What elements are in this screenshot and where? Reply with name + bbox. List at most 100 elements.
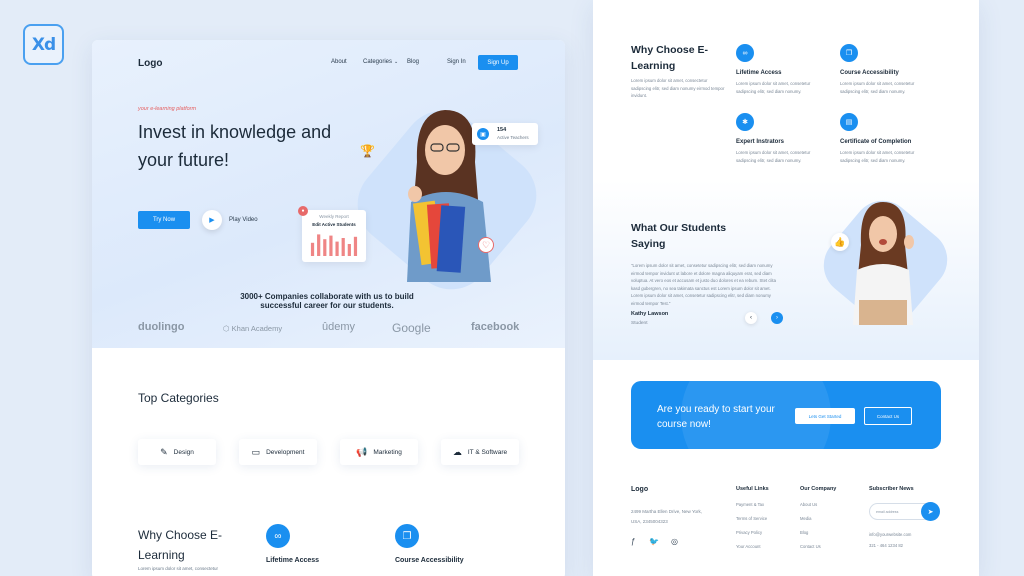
try-now-button[interactable]: Try Now [138,211,190,229]
lets-get-started-button[interactable]: Lets Get Started [795,408,855,424]
book-icon: ▣ [477,128,489,140]
certificate-icon: ▤ [840,113,858,131]
course-icon: ❐ [840,44,858,62]
category-label: Design [173,448,194,456]
prev-arrow-icon[interactable]: ‹ [745,312,757,324]
footer-address: 2499 Martha Ellen Drive, New York, USA, … [631,509,703,524]
course-icon: ❐ [395,524,419,548]
brand-duolingo: duolingo [138,321,185,333]
category-it-software[interactable]: ☁ IT & Software [441,439,519,465]
khan-logo-icon: ⬡ [223,324,232,333]
landing-page-preview-lower: Why Choose E-Learning Lorem ipsum dolor … [593,0,979,576]
report-bar [329,235,333,256]
footer-link[interactable]: Media [800,516,811,521]
our-company-title: Our Company [800,486,837,492]
feature-title: Lifetime Access [736,70,782,76]
next-arrow-icon[interactable]: › [771,312,783,324]
teachers-count: 154 [497,127,507,133]
nav-about[interactable]: About [331,59,347,65]
contact-email: info@yourwebsite.com [869,532,912,537]
subscriber-news-title: Subscriber News [869,486,914,492]
brand-khan-academy: ⬡ Khan Academy [223,324,282,333]
report-title: Weekly Report [319,214,349,219]
feature-title: Certificate of Completion [840,139,912,145]
brand-khan-label: Khan Academy [231,324,283,333]
brand-udemy: ûdemy [322,321,356,333]
nav-signin[interactable]: Sign In [447,59,466,65]
hero-tagline: your e-learning platform [138,106,197,112]
play-video-label[interactable]: Play Video [229,217,258,223]
nav-categories-label: Categories [363,59,393,65]
feature-title: Course Accessibility [840,70,899,76]
testimonial-role: Student [631,321,648,326]
adobe-xd-logo: Xd [23,24,64,65]
category-marketing[interactable]: 📢 Marketing [340,439,418,465]
brand-facebook: facebook [471,321,520,333]
trophy-icon: 🏆 [360,144,375,158]
category-design[interactable]: ✎ Design [138,439,216,465]
chevron-down-icon: ⌄ [394,59,399,65]
twitter-icon[interactable]: 🐦 [649,537,659,546]
category-development[interactable]: ▭ Development [239,439,317,465]
contact-phone: 321 - 464 1234 82 [869,543,903,548]
footer-link[interactable]: About Us [800,502,817,507]
why-choose-title: Why Choose E-Learning [138,528,223,562]
nav-categories[interactable]: Categories ⌄ [363,59,398,65]
nav-blog[interactable]: Blog [407,59,419,65]
footer-link[interactable]: Blog [800,530,808,535]
heart-icon: ♡ [478,237,494,253]
teachers-label: Active Teachers [497,135,529,140]
report-bar [347,244,351,256]
nav-logo[interactable]: Logo [138,58,162,69]
feature-text: Lorem ipsum dolor sit amet, consetetur s… [840,150,915,163]
report-bar [323,239,327,256]
feature-text: Lorem ipsum dolor sit amet, consetetur s… [840,81,915,94]
report-bar [310,242,315,256]
landing-page-preview: Logo About Categories ⌄ Blog Sign In Sign… [92,40,565,576]
feature-course-accessibility: Course Accessibility [395,557,464,564]
report-bar [335,241,339,256]
cloud-icon: ☁ [452,446,462,457]
footer-link[interactable]: Contact Us [800,544,821,549]
infinity-icon: ∞ [266,524,290,548]
report-bar [317,234,321,256]
top-categories-title: Top Categories [138,391,219,405]
testimonial-quote: "Lorem ipsum dolor sit amet, consetetur … [631,263,776,306]
feature-text: Lorem ipsum dolor sit amet, consetetur s… [736,150,811,163]
contact-us-button[interactable]: Contact Us [864,407,912,425]
report-bar [353,236,358,256]
cta-banner: Are you ready to start your course now! … [631,381,941,449]
cta-heading: Are you ready to start your course now! [657,404,775,430]
thumbs-up-icon: 👍 [831,233,849,251]
report-bar-chart [310,234,358,256]
category-label: IT & Software [467,448,508,456]
footer-logo[interactable]: Logo [631,486,648,493]
testimonials-title: What Our Students Saying [631,222,727,250]
code-icon: ▭ [251,446,261,457]
why-choose-text: Lorem ipsum dolor sit amet, consectetur [138,566,219,571]
instagram-icon[interactable]: ◎ [671,537,678,546]
footer-link[interactable]: Privacy Policy [736,530,762,535]
category-label: Development [266,448,305,456]
brand-google: Google [392,321,431,335]
expert-icon: ✱ [736,113,754,131]
infinity-icon: ∞ [736,44,754,62]
footer-link[interactable]: Payment & Tax [736,502,764,507]
hero-title: Invest in knowledge and your future! [138,122,332,170]
active-teachers-card: ▣ 154 Active Teachers [472,123,538,145]
megaphone-icon: 📢 [356,446,368,457]
feature-lifetime-access: Lifetime Access [266,557,320,564]
send-icon[interactable]: ➤ [921,502,940,521]
signup-button[interactable]: Sign Up [478,55,518,70]
report-subtitle: Edit Active Students [312,222,356,227]
top-nav: Logo About Categories ⌄ Blog Sign In Sign… [92,40,565,88]
feature-text: Lorem ipsum dolor sit amet, consetetur s… [736,81,811,94]
play-icon[interactable]: ▶ [202,210,222,230]
footer-link[interactable]: Terms of Service [736,516,767,521]
why-choose-desc: Lorem ipsum dolor sit amet, consectetur … [631,78,725,98]
useful-links-title: Useful Links [736,486,769,492]
weekly-report-card: ● Weekly Report Edit Active Students [298,206,366,262]
testimonial-name: Kathy Lawson [631,311,669,317]
facebook-icon[interactable]: ƒ [631,537,635,546]
footer-link[interactable]: Your Account [736,544,761,549]
